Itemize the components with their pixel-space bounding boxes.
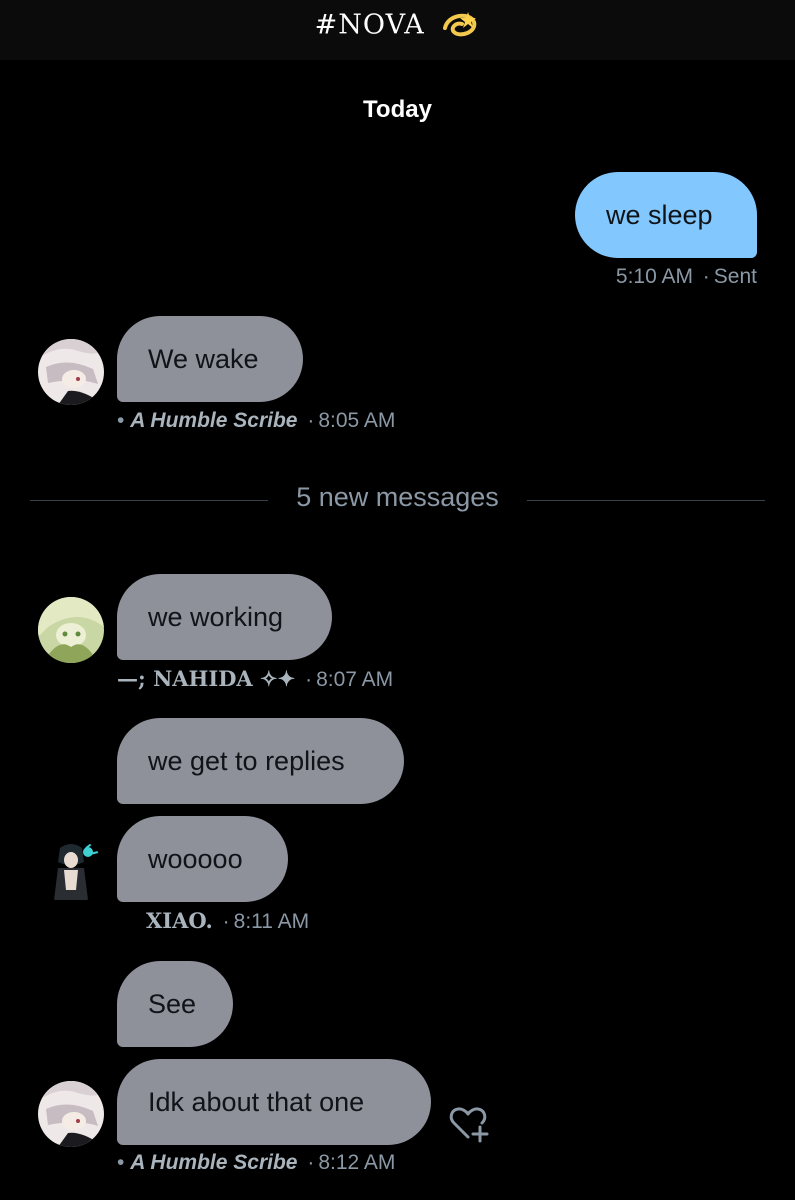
message-text: We wake	[148, 343, 259, 374]
message-bubble-incoming[interactable]: Idk about that one	[117, 1059, 431, 1145]
message-time: 8:07 AM	[316, 668, 394, 691]
message-time: 8:11 AM	[233, 910, 310, 933]
add-reaction-icon[interactable]	[448, 1103, 492, 1143]
sender-prefix: •	[117, 409, 125, 432]
message-meta: —; NAHIDA ✧✦ · 8:07 AM	[117, 666, 393, 692]
message-meta: XIAO. · 8:11 AM	[146, 908, 309, 934]
message-text: See	[148, 988, 197, 1019]
avatar-humble-scribe[interactable]	[38, 339, 104, 405]
sender-name[interactable]: —; NAHIDA ✧✦	[117, 666, 295, 691]
conversation-title-text: #NOVA	[314, 9, 425, 41]
avatar-nahida[interactable]	[38, 597, 104, 663]
message-bubble-incoming[interactable]: We wake	[117, 316, 303, 402]
sender-name[interactable]: A Humble Scribe	[130, 409, 297, 432]
top-bar: #NOVA	[0, 0, 795, 60]
meta-separator: ·	[702, 265, 710, 288]
message-meta: • A Humble Scribe · 8:12 AM	[117, 1151, 395, 1175]
message-bubble-incoming[interactable]: we get to replies	[117, 718, 404, 804]
message-text: we get to replies	[148, 745, 345, 776]
avatar-image	[38, 838, 104, 904]
avatar-image	[38, 597, 104, 663]
new-messages-divider: 5 new messages	[296, 482, 499, 512]
avatar-xiao[interactable]	[38, 838, 104, 904]
meta-separator: ·	[307, 1151, 315, 1174]
meta-separator: ·	[307, 409, 315, 432]
meta-separator: ·	[222, 910, 230, 933]
avatar-image	[38, 1081, 104, 1147]
message-status: Sent	[713, 265, 757, 288]
message-meta: 5:10 AM · Sent	[616, 265, 757, 289]
message-bubble-incoming[interactable]: we working	[117, 574, 332, 660]
message-time: 5:10 AM	[615, 265, 693, 288]
day-separator: Today	[363, 96, 432, 123]
message-time: 8:05 AM	[318, 409, 396, 432]
divider-line-right	[527, 500, 765, 501]
message-bubble-outgoing[interactable]: we sleep	[575, 172, 757, 258]
message-text: Idk about that one	[148, 1086, 365, 1117]
dizzy-icon	[443, 12, 477, 37]
sender-name[interactable]: XIAO.	[146, 908, 213, 933]
message-bubble-incoming[interactable]: See	[117, 961, 233, 1047]
avatar-humble-scribe[interactable]	[38, 1081, 104, 1147]
message-text: we working	[148, 601, 284, 632]
message-time: 8:12 AM	[318, 1151, 396, 1174]
meta-separator: ·	[305, 668, 313, 691]
message-bubble-incoming[interactable]: wooooo	[117, 816, 288, 902]
message-text: we sleep	[606, 199, 713, 230]
sender-name[interactable]: A Humble Scribe	[130, 1151, 297, 1174]
conversation-title[interactable]: #NOVA	[0, 8, 795, 42]
message-meta: • A Humble Scribe · 8:05 AM	[117, 409, 395, 433]
message-text: wooooo	[148, 843, 243, 874]
sender-prefix: •	[117, 1151, 125, 1174]
avatar-image	[38, 339, 104, 405]
